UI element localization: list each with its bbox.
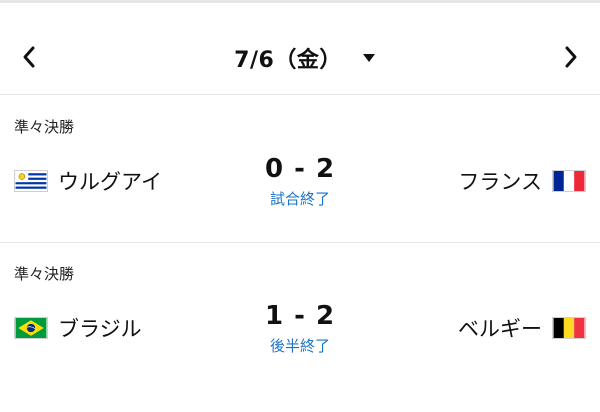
brazil-flag-icon [14, 317, 48, 339]
date-selector[interactable]: 7/6（金） [225, 40, 385, 76]
top-divider [0, 0, 600, 3]
score-box[interactable]: 1 - 2 後半終了 [225, 301, 375, 356]
france-flag-icon [552, 170, 586, 192]
chevron-left-icon [23, 46, 35, 68]
match-card[interactable]: 準々決勝 ブラジル 1 - 2 後半終了 ベルギー [0, 243, 600, 391]
chevron-right-icon [565, 46, 577, 68]
home-team-name: ウルグアイ [58, 170, 162, 194]
match-status-link[interactable]: 試合終了 [225, 188, 375, 209]
belgium-flag-icon [552, 317, 586, 339]
away-team[interactable]: フランス [458, 166, 586, 196]
home-team[interactable]: ウルグアイ [14, 166, 162, 196]
away-team-name: フランス [458, 170, 542, 194]
round-label: 準々決勝 [14, 265, 75, 283]
home-team[interactable]: ブラジル [14, 313, 142, 343]
uruguay-flag-icon [14, 170, 48, 192]
next-day-button[interactable] [554, 40, 588, 74]
score-box[interactable]: 0 - 2 試合終了 [225, 154, 375, 209]
match-status-link[interactable]: 後半終了 [225, 335, 375, 356]
away-team[interactable]: ベルギー [458, 313, 586, 343]
current-date: 7/6（金） [234, 48, 342, 73]
match-score: 1 - 2 [264, 301, 336, 331]
date-navigation: 7/6（金） [0, 22, 600, 95]
round-label: 準々決勝 [14, 118, 75, 136]
home-team-name: ブラジル [58, 317, 142, 341]
match-card[interactable]: 準々決勝 ウルグアイ 0 - 2 試合終了 フランス [0, 96, 600, 243]
caret-down-icon [362, 54, 375, 62]
match-score: 0 - 2 [264, 154, 336, 184]
away-team-name: ベルギー [458, 317, 542, 341]
previous-day-button[interactable] [12, 40, 46, 74]
